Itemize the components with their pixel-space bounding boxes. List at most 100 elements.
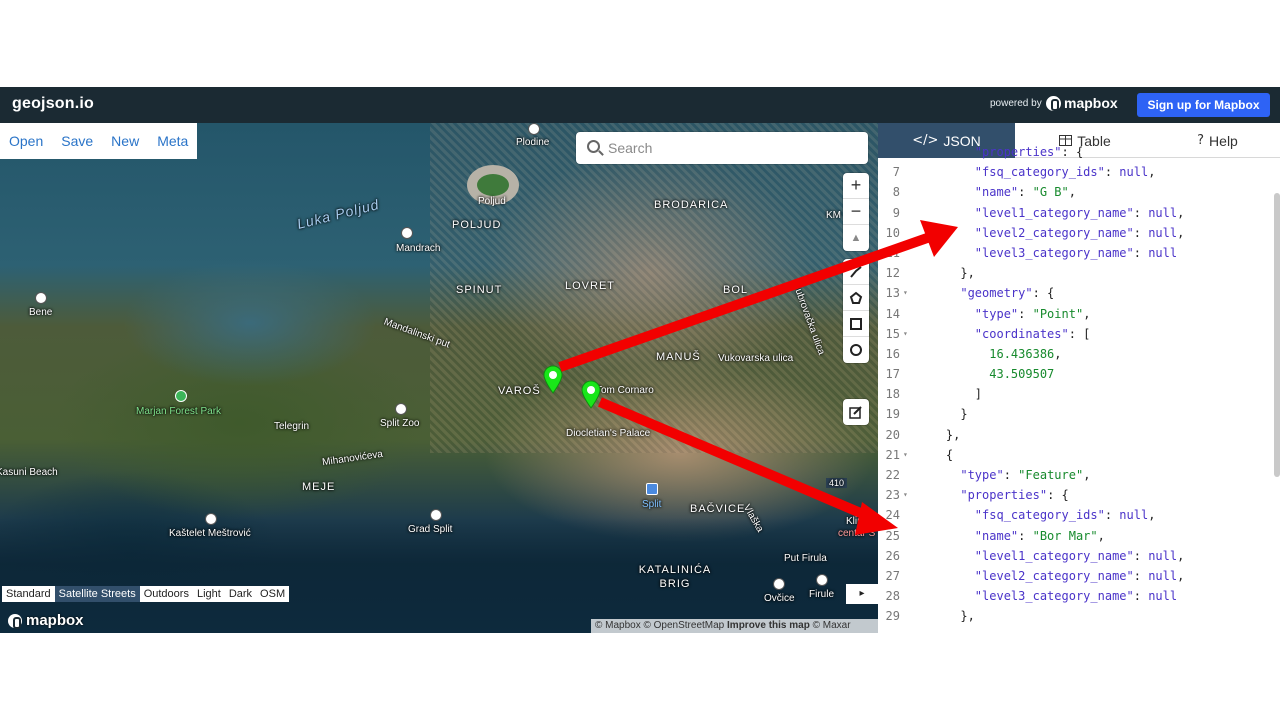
compass-button[interactable]: ▲ <box>843 225 869 251</box>
code-line[interactable]: 24 "fsq_category_ids": null, <box>878 505 1280 525</box>
zoom-in-button[interactable]: + <box>843 173 869 199</box>
code-line[interactable]: 9 "level1_category_name": null, <box>878 203 1280 223</box>
line-number: 21 <box>885 447 900 462</box>
json-editor[interactable]: "properties": { 7 "fsq_category_ids": nul… <box>878 142 1280 627</box>
rectangle-icon <box>850 317 862 330</box>
menu-save[interactable]: Save <box>52 123 102 159</box>
draw-circle-button[interactable] <box>843 337 869 363</box>
style-standard[interactable]: Standard <box>2 586 55 602</box>
menu-meta[interactable]: Meta <box>148 123 197 159</box>
map-mapbox-logo[interactable]: mapbox <box>8 612 84 629</box>
map-label: LOVRET <box>565 280 616 292</box>
code-line[interactable]: 29 }, <box>878 606 1280 626</box>
search-icon <box>587 140 600 153</box>
map-label: Grad Split <box>408 524 453 535</box>
code-text: "name": "Bor Mar", <box>974 528 1105 543</box>
code-line[interactable]: 12 }, <box>878 263 1280 283</box>
map-label: Firule <box>809 589 835 600</box>
zoom-out-button[interactable]: − <box>843 199 869 225</box>
code-line[interactable]: 28 "level3_category_name": null <box>878 586 1280 606</box>
editor-scrollbar[interactable] <box>1274 193 1280 477</box>
draw-rectangle-button[interactable] <box>843 311 869 337</box>
code-text: "fsq_category_ids": null, <box>974 165 1156 180</box>
code-text: "level3_category_name": null <box>974 245 1178 260</box>
code-line[interactable]: 21 ▾ { <box>878 445 1280 465</box>
file-menu: Open Save New Meta <box>0 123 198 159</box>
code-line[interactable]: 14 "type": "Point", <box>878 304 1280 324</box>
menu-open[interactable]: Open <box>0 123 52 159</box>
search-input[interactable] <box>608 136 858 160</box>
signup-button[interactable]: Sign up for Mapbox <box>1137 93 1270 117</box>
code-line[interactable]: 10 "level2_category_name": null, <box>878 223 1280 243</box>
style-satellite-streets[interactable]: Satellite Streets <box>54 586 140 602</box>
map-label: Telegrin <box>274 421 310 432</box>
fold-toggle-icon[interactable]: ▾ <box>903 445 908 465</box>
draw-line-button[interactable] <box>843 259 869 285</box>
code-line[interactable]: 18 ] <box>878 384 1280 404</box>
mapbox-logo[interactable]: mapbox <box>1046 95 1118 111</box>
draw-polygon-button[interactable] <box>843 285 869 311</box>
poi-icon <box>205 513 217 525</box>
line-number: 25 <box>885 528 900 543</box>
code-line[interactable]: 25 "name": "Bor Mar", <box>878 526 1280 546</box>
code-text: "type": "Feature", <box>960 468 1091 482</box>
map-label: Bene <box>29 307 53 318</box>
fold-toggle-icon[interactable]: ▾ <box>903 283 908 303</box>
road-shield-label: 410 <box>826 478 848 488</box>
code-line[interactable]: 19 } <box>878 404 1280 424</box>
poi-icon <box>35 292 47 304</box>
code-line[interactable]: 7 "fsq_category_ids": null, <box>878 162 1280 182</box>
code-line[interactable]: 17 43.509507 <box>878 364 1280 384</box>
line-number: 14 <box>885 306 900 321</box>
fold-toggle-icon[interactable]: ▾ <box>903 324 908 344</box>
poi-icon <box>773 578 785 590</box>
app-window: geojson.io powered by mapbox Sign up for… <box>0 87 1280 633</box>
code-line[interactable]: 20 }, <box>878 425 1280 445</box>
code-line[interactable]: "properties": { <box>878 142 1280 162</box>
code-line[interactable]: 23 ▾ "properties": { <box>878 485 1280 505</box>
style-dark[interactable]: Dark <box>225 586 256 602</box>
map-label: Put Firula <box>784 553 827 564</box>
code-line[interactable]: 22 "type": "Feature", <box>878 465 1280 485</box>
line-number: 11 <box>885 245 900 260</box>
map-label: Kasuni Beach <box>0 467 58 478</box>
code-text: "properties": { <box>974 145 1084 159</box>
code-text: 16.436386, <box>989 346 1062 361</box>
menu-new[interactable]: New <box>102 123 148 159</box>
map-label: BRODARICA <box>654 199 729 211</box>
code-text: 43.509507 <box>989 367 1055 382</box>
map-label: BOL <box>723 284 749 296</box>
map-label: Kliniy <box>846 516 870 527</box>
fold-toggle-icon[interactable]: ▾ <box>903 485 908 505</box>
code-text: "level3_category_name": null <box>974 589 1178 604</box>
map-canvas[interactable]: Poljud Luka Poljud Mandrach POLJUD BRODA… <box>0 123 878 633</box>
map-label: BAČVICE <box>690 503 746 515</box>
code-line[interactable]: 16 16.436386, <box>878 344 1280 364</box>
collapse-panel-button[interactable]: ▸ <box>846 584 878 604</box>
style-light[interactable]: Light <box>193 586 225 602</box>
attribution-text: © Mapbox © OpenStreetMap <box>595 620 728 631</box>
line-number: 15 <box>885 326 900 341</box>
map-label: Split Zoo <box>380 418 420 429</box>
code-line[interactable]: 8 "name": "G B", <box>878 182 1280 202</box>
code-text: }, <box>917 427 961 442</box>
code-line[interactable]: 26 "level1_category_name": null, <box>878 546 1280 566</box>
map-label: POLJUD <box>452 219 502 231</box>
style-outdoors[interactable]: Outdoors <box>140 586 193 602</box>
code-line[interactable]: 11 "level3_category_name": null <box>878 243 1280 263</box>
code-text: ] <box>917 387 983 402</box>
code-line[interactable]: 27 "level2_category_name": null, <box>878 566 1280 586</box>
improve-map-link[interactable]: Improve this map <box>727 620 810 631</box>
line-number: 16 <box>885 346 900 361</box>
code-line[interactable]: 13 ▾ "geometry": { <box>878 283 1280 303</box>
edit-button[interactable] <box>843 399 869 425</box>
code-line[interactable]: 15 ▾ "coordinates": [ <box>878 324 1280 344</box>
map-marker[interactable] <box>542 364 564 394</box>
line-number: 24 <box>885 508 900 523</box>
style-osm[interactable]: OSM <box>256 586 289 602</box>
polygon-icon <box>849 291 863 304</box>
code-text: "coordinates": [ <box>974 326 1091 341</box>
map-marker[interactable] <box>580 379 602 409</box>
code-text: "type": "Point", <box>974 306 1091 321</box>
line-number: 9 <box>892 205 900 220</box>
